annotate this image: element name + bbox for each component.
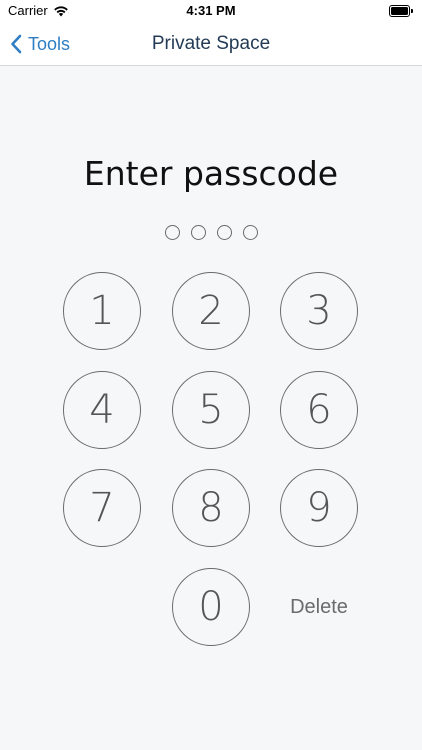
passcode-dots bbox=[0, 225, 422, 241]
passcode-dot bbox=[216, 225, 232, 240]
status-time: 4:31 PM bbox=[186, 3, 236, 18]
keypad-key-2[interactable]: 2 bbox=[172, 272, 250, 350]
status-bar: Carrier 4:31 PM bbox=[0, 0, 422, 22]
navigation-bar: Tools Private Space bbox=[0, 22, 422, 66]
keypad-key-8[interactable]: 8 bbox=[172, 469, 250, 547]
passcode-dot bbox=[190, 225, 206, 240]
keypad-key-1[interactable]: 1 bbox=[63, 272, 141, 350]
keypad-key-4[interactable]: 4 bbox=[63, 371, 141, 449]
battery-full-icon bbox=[389, 5, 413, 17]
keypad-key-9[interactable]: 9 bbox=[280, 469, 358, 547]
passcode-dot bbox=[242, 225, 258, 240]
keypad-key-5[interactable]: 5 bbox=[172, 371, 250, 449]
passcode-prompt: Enter passcode bbox=[83, 154, 339, 193]
keypad-key-3[interactable]: 3 bbox=[280, 272, 358, 350]
keypad-key-7[interactable]: 7 bbox=[63, 469, 141, 547]
passcode-dot bbox=[164, 225, 180, 240]
delete-button[interactable]: Delete bbox=[280, 568, 358, 646]
page-title: Private Space bbox=[151, 33, 271, 54]
keypad-key-6[interactable]: 6 bbox=[280, 371, 358, 449]
keypad-key-0[interactable]: 0 bbox=[172, 568, 250, 646]
